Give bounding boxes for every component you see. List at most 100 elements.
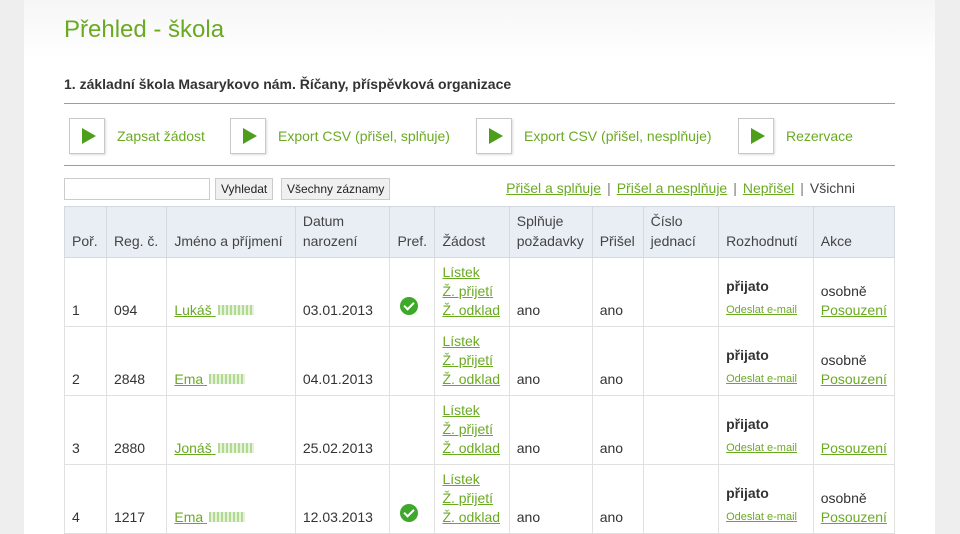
cell-meets: ano	[508, 326, 593, 396]
table-row: 3 2880 Jonáš 25.02.2013 Lístek Ž. přijetí Ž. …	[64, 395, 896, 465]
cell-action: Posouzení	[812, 395, 896, 465]
decision-status: přijato	[726, 347, 769, 363]
child-first-name: Ema	[174, 371, 204, 387]
cell-order: 4	[64, 464, 107, 534]
check-circle-icon	[400, 504, 419, 522]
request-postponement-link[interactable]: Ž. odklad	[442, 370, 501, 389]
listek-link[interactable]: Lístek	[442, 401, 501, 420]
request-postponement-link[interactable]: Ž. odklad	[442, 439, 501, 458]
action-text: osobně	[820, 352, 867, 368]
col-pref: Pref.	[389, 206, 436, 258]
send-email-link[interactable]: Odeslat e-mail	[726, 373, 797, 385]
listek-link[interactable]: Lístek	[442, 470, 501, 489]
request-admission-link[interactable]: Ž. přijetí	[442, 282, 501, 301]
child-name-link[interactable]: Lukáš	[174, 302, 254, 318]
action-label: Export CSV (přišel, nesplňuje)	[524, 128, 712, 144]
cell-request: Lístek Ž. přijetí Ž. odklad	[434, 464, 510, 534]
action-bar: Zapsat žádost Export CSV (přišel, splňuj…	[64, 116, 895, 158]
send-email-link[interactable]: Odeslat e-mail	[726, 442, 797, 454]
col-meets: Splňuje požadavky	[508, 206, 593, 258]
child-name-link[interactable]: Ema	[174, 371, 246, 387]
request-postponement-link[interactable]: Ž. odklad	[442, 508, 501, 527]
search-input[interactable]	[64, 178, 210, 200]
add-request-button[interactable]: Zapsat žádost	[69, 116, 205, 156]
child-name-link[interactable]: Ema	[174, 509, 246, 525]
table-row: 1 094 Lukáš 03.01.2013 Lístek Ž. přijetí Ž. o…	[64, 257, 896, 327]
redacted-surname	[217, 305, 254, 315]
col-birth: Datum narození	[294, 206, 391, 258]
filter-came-not-meets[interactable]: Přišel a nesplňuje	[617, 180, 728, 196]
filter-not-came[interactable]: Nepřišel	[743, 180, 794, 196]
table-header-row: Poř. Reg. č. Jméno a příjmení Datum naro…	[64, 206, 896, 258]
listek-link[interactable]: Lístek	[442, 332, 501, 351]
cell-order: 1	[64, 257, 107, 327]
cell-ref	[642, 326, 720, 396]
col-order: Poř.	[64, 206, 107, 258]
col-request: Žádost	[434, 206, 510, 258]
cell-birth: 25.02.2013	[294, 395, 391, 465]
col-action: Akce	[812, 206, 896, 258]
child-name-link[interactable]: Jonáš	[174, 440, 254, 456]
request-admission-link[interactable]: Ž. přijetí	[442, 489, 501, 508]
play-icon	[738, 118, 774, 154]
assessment-link[interactable]: Posouzení	[821, 440, 887, 456]
cell-order: 2	[64, 326, 107, 396]
cell-pref	[389, 395, 436, 465]
assessment-link[interactable]: Posouzení	[821, 509, 887, 525]
col-came: Přišel	[591, 206, 644, 258]
request-postponement-link[interactable]: Ž. odklad	[442, 301, 501, 320]
page-title: Přehled - škola	[64, 16, 225, 43]
table-row: 4 1217 Ema 12.03.2013 Lístek Ž. přijetí Ž. od…	[64, 464, 896, 534]
child-first-name: Jonáš	[174, 440, 212, 456]
cell-came: ano	[591, 464, 644, 534]
all-records-button[interactable]: Všechny záznamy	[281, 178, 391, 200]
cell-came: ano	[591, 326, 644, 396]
check-circle-icon	[400, 297, 419, 315]
cell-action: osobně Posouzení	[812, 326, 896, 396]
cell-decision: přijato Odeslat e-mail	[718, 464, 814, 534]
school-name: 1. základní škola Masarykovo nám. Říčany…	[64, 76, 512, 92]
play-icon	[476, 118, 512, 154]
cell-decision: přijato Odeslat e-mail	[718, 395, 814, 465]
send-email-link[interactable]: Odeslat e-mail	[726, 304, 797, 316]
action-text: osobně	[820, 490, 867, 506]
redacted-surname	[209, 374, 246, 384]
applications-table: Poř. Reg. č. Jméno a příjmení Datum naro…	[64, 206, 896, 534]
export-csv-meets-button[interactable]: Export CSV (přišel, splňuje)	[230, 116, 450, 156]
send-email-link[interactable]: Odeslat e-mail	[726, 511, 797, 523]
filter-came-meets[interactable]: Přišel a splňuje	[506, 180, 601, 196]
cell-decision: přijato Odeslat e-mail	[718, 257, 814, 327]
child-first-name: Lukáš	[174, 302, 212, 318]
redacted-surname	[209, 512, 246, 522]
col-name: Jméno a příjmení	[166, 206, 296, 258]
search-button[interactable]: Vyhledat	[215, 178, 274, 200]
export-csv-not-meets-button[interactable]: Export CSV (přišel, nesplňuje)	[476, 116, 712, 156]
action-label: Rezervace	[786, 128, 853, 144]
reservation-button[interactable]: Rezervace	[738, 116, 853, 156]
assessment-link[interactable]: Posouzení	[821, 302, 887, 318]
col-reg: Reg. č.	[105, 206, 168, 258]
decision-status: přijato	[726, 485, 769, 501]
play-icon	[69, 118, 105, 154]
action-text: osobně	[820, 283, 867, 299]
cell-order: 3	[64, 395, 107, 465]
listek-link[interactable]: Lístek	[442, 263, 501, 282]
col-ref: Číslo jednací	[642, 206, 720, 258]
cell-name: Ema	[166, 464, 296, 534]
cell-decision: přijato Odeslat e-mail	[718, 326, 814, 396]
request-admission-link[interactable]: Ž. přijetí	[442, 351, 501, 370]
cell-pref	[389, 257, 436, 327]
search-bar: Vyhledat Všechny záznamy Přišel a splňuj…	[64, 178, 895, 202]
cell-birth: 12.03.2013	[294, 464, 391, 534]
cell-ref	[642, 464, 720, 534]
cell-meets: ano	[508, 464, 593, 534]
cell-came: ano	[591, 257, 644, 327]
request-admission-link[interactable]: Ž. přijetí	[442, 420, 501, 439]
page-container: Přehled - škola 1. základní škola Masary…	[24, 0, 935, 534]
assessment-link[interactable]: Posouzení	[821, 371, 887, 387]
cell-birth: 03.01.2013	[294, 257, 391, 327]
table-row: 2 2848 Ema 04.01.2013 Lístek Ž. přijetí Ž. od…	[64, 326, 896, 396]
filter-links: Přišel a splňuje | Přišel a nesplňuje | Nepř…	[506, 180, 855, 196]
cell-reg: 2880	[105, 395, 168, 465]
cell-pref	[389, 464, 436, 534]
